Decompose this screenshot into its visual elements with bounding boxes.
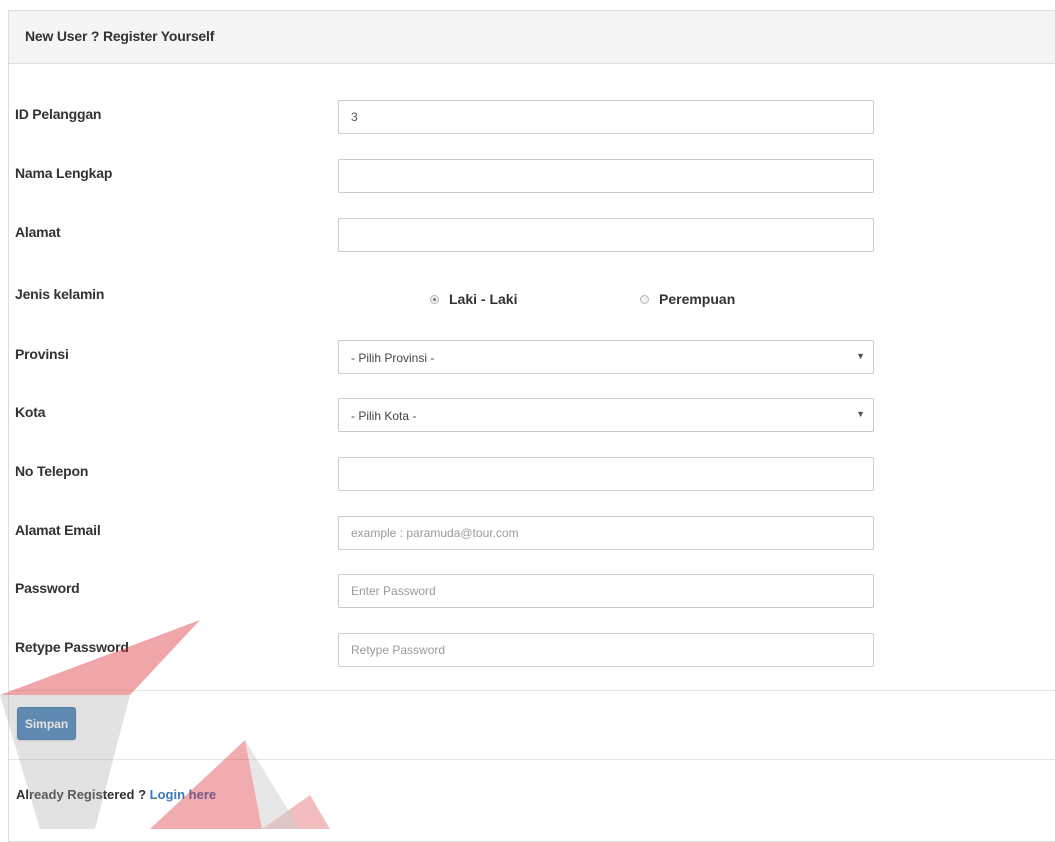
login-here-link[interactable]: Login here — [150, 787, 216, 802]
no-telepon-input[interactable] — [338, 457, 874, 491]
retype-password-input[interactable] — [338, 633, 874, 667]
row-jenis-kelamin: Jenis kelamin Laki - Laki Perempuan — [0, 282, 1055, 318]
password-input[interactable] — [338, 574, 874, 608]
kota-label: Kota — [15, 404, 46, 420]
footer-prefix: Already Registered ? — [16, 787, 150, 802]
provinsi-select-value: - Pilih Provinsi - — [351, 351, 435, 365]
no-telepon-label: No Telepon — [15, 463, 89, 479]
nama-lengkap-input[interactable] — [338, 159, 874, 193]
nama-lengkap-label: Nama Lengkap — [15, 165, 113, 181]
id-pelanggan-input[interactable] — [338, 100, 874, 134]
alamat-input[interactable] — [338, 218, 874, 252]
provinsi-select[interactable]: - Pilih Provinsi - ▼ — [338, 340, 874, 374]
simpan-button[interactable]: Simpan — [17, 707, 76, 740]
row-alamat: Alamat — [0, 218, 1055, 254]
gender-radio-laki[interactable]: Laki - Laki — [430, 291, 517, 307]
row-nama-lengkap: Nama Lengkap — [0, 159, 1055, 195]
row-id-pelanggan: ID Pelanggan — [0, 100, 1055, 136]
provinsi-label: Provinsi — [15, 346, 69, 362]
email-field[interactable] — [338, 516, 874, 550]
alamat-email-label: Alamat Email — [15, 522, 101, 538]
radio-unchecked-icon[interactable] — [640, 294, 649, 304]
gender-radio-laki-label: Laki - Laki — [449, 291, 518, 307]
footer-divider — [9, 759, 1055, 760]
alamat-label: Alamat — [15, 224, 61, 240]
gender-radio-perempuan[interactable]: Perempuan — [640, 291, 735, 307]
jenis-kelamin-label: Jenis kelamin — [15, 286, 105, 302]
row-provinsi: Provinsi - Pilih Provinsi - ▼ — [0, 340, 1055, 376]
chevron-down-icon: ▼ — [856, 351, 865, 361]
panel-title: New User ? Register Yourself — [9, 11, 1055, 64]
kota-select[interactable]: - Pilih Kota - ▼ — [338, 398, 874, 432]
password-label: Password — [15, 580, 80, 596]
form-divider — [9, 690, 1055, 691]
radio-checked-icon[interactable] — [430, 294, 439, 304]
row-alamat-email: Alamat Email — [0, 516, 1055, 552]
id-pelanggan-label: ID Pelanggan — [15, 106, 102, 122]
chevron-down-icon: ▼ — [856, 409, 865, 419]
kota-select-value: - Pilih Kota - — [351, 409, 417, 423]
retype-password-label: Retype Password — [15, 639, 129, 655]
row-retype-password: Retype Password — [0, 633, 1055, 669]
row-password: Password — [0, 574, 1055, 610]
row-no-telepon: No Telepon — [0, 457, 1055, 493]
gender-radio-perempuan-label: Perempuan — [659, 291, 736, 307]
footer-login-prompt: Already Registered ? Login here — [16, 787, 216, 802]
row-kota: Kota - Pilih Kota - ▼ — [0, 398, 1055, 434]
